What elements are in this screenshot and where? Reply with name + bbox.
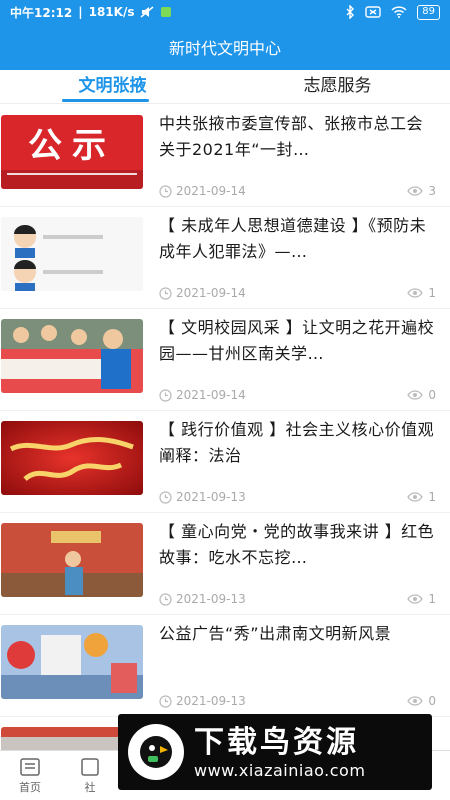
eye-icon [407,492,424,502]
article-views: 1 [428,286,436,300]
eye-icon [407,594,424,604]
nav-label: 社 [84,780,96,794]
cartoon-student-image [1,217,143,291]
article-item[interactable]: 公示 中共张掖市委宣传部、张掖市总工会关于2021年“一封… 2021-09-1… [0,105,450,207]
article-meta: 2021-09-14 3 [159,184,436,198]
page-title: 新时代文明中心 [168,39,281,58]
article-info: 公益广告“秀”出肃南文明新风景 2021-09-13 0 [143,615,450,716]
article-date: 2021-09-13 [176,490,246,504]
article-title: 【 未成年人思想道德建设 】《预防未成年人犯罪法》—… [159,216,427,261]
article-item[interactable]: 【 践行价值观 】社会主义核心价值观阐释：法治 2021-09-13 1 [0,411,450,513]
article-date: 2021-09-13 [176,592,246,606]
public-ad-image [1,625,143,699]
article-item[interactable]: 公益广告“秀”出肃南文明新风景 2021-09-13 0 [0,615,450,717]
eye-icon [407,390,424,400]
article-title: 中共张掖市委宣传部、张掖市总工会关于2021年“一封… [159,114,424,159]
nav-home[interactable]: 首页 [0,751,60,800]
article-title: 【 童心向党・党的故事我来讲 】红色故事：吃水不忘挖… [159,522,435,567]
status-bar: 中午12:12 | 181K/s 89 [0,0,450,24]
article-info: 【 未成年人思想道德建设 】《预防未成年人犯罪法》—… 2021-09-14 1 [143,207,450,308]
eye-icon [407,186,424,196]
article-date: 2021-09-14 [176,286,246,300]
article-title: 公益广告“秀”出肃南文明新风景 [159,624,392,643]
article-date: 2021-09-14 [176,184,246,198]
home-icon [20,757,40,776]
clock-icon [159,286,172,300]
article-views: 0 [428,694,436,708]
status-speed: 181K/s [88,5,135,19]
nav-label: 首页 [19,780,41,794]
child-storyteller-image [1,523,143,597]
clock-icon [159,592,172,606]
article-date: 2021-09-14 [176,388,246,402]
clock-icon [159,490,172,504]
clock-icon [159,388,172,402]
tab-bar: 文明张掖 志愿服务 [0,70,450,104]
article-title: 【 践行价值观 】社会主义核心价值观阐释：法治 [159,420,435,465]
article-info: 【 践行价值观 】社会主义核心价值观阐释：法治 2021-09-13 1 [143,411,450,512]
community-icon [81,757,99,776]
bird-logo-icon [128,724,184,780]
svg-text:公示: 公示 [28,126,116,166]
notification-icon [161,7,172,17]
article-views: 1 [428,490,436,504]
bluetooth-icon [346,5,355,19]
article-views: 3 [428,184,436,198]
article-item[interactable]: 【 童心向党・党的故事我来讲 】红色故事：吃水不忘挖… 2021-09-13 1 [0,513,450,615]
article-views: 0 [428,388,436,402]
clock-icon [159,184,172,198]
article-title: 【 文明校园风采 】让文明之花开遍校园——甘州区南关学… [159,318,435,363]
article-views: 1 [428,592,436,606]
mute-icon [140,6,154,18]
article-item[interactable]: 【 文明校园风采 】让文明之花开遍校园——甘州区南关学… 2021-09-14 … [0,309,450,411]
sim-icon [365,6,381,18]
article-info: 中共张掖市委宣传部、张掖市总工会关于2021年“一封… 2021-09-14 3 [143,105,450,206]
eye-icon [407,696,424,706]
article-meta: 2021-09-13 1 [159,592,436,606]
article-info: 【 童心向党・党的故事我来讲 】红色故事：吃水不忘挖… 2021-09-13 1 [143,513,450,614]
watermark-title: 下载鸟资源 [194,724,359,760]
gongshi-banner-image: 公示 [1,115,143,189]
tab-label: 志愿服务 [303,76,372,96]
article-info: 【 文明校园风采 】让文明之花开遍校园——甘州区南关学… 2021-09-14 … [143,309,450,410]
nav-community[interactable]: 社 [60,751,120,800]
wifi-icon [391,6,407,18]
tab-wenming-zhangye[interactable]: 文明张掖 [0,70,225,103]
eye-icon [407,288,424,298]
watermark-url: www.xiazainiao.com [194,760,366,780]
status-sep: | [78,5,83,19]
tab-label: 文明张掖 [78,76,147,96]
article-meta: 2021-09-13 0 [159,694,436,708]
clock-icon [159,694,172,708]
app-header: 新时代文明中心 [0,24,450,70]
battery-indicator: 89 [417,4,440,20]
article-list: 公示 中共张掖市委宣传部、张掖市总工会关于2021年“一封… 2021-09-1… [0,105,450,750]
article-meta: 2021-09-14 0 [159,388,436,402]
article-date: 2021-09-13 [176,694,246,708]
article-item[interactable]: 【 未成年人思想道德建设 】《预防未成年人犯罪法》—… 2021-09-14 1 [0,207,450,309]
article-meta: 2021-09-14 1 [159,286,436,300]
article-meta: 2021-09-13 1 [159,490,436,504]
tab-volunteer-service[interactable]: 志愿服务 [225,70,450,103]
watermark-banner: 下载鸟资源 www.xiazainiao.com [118,714,432,790]
students-writing-image [1,319,143,393]
calligraphy-red-image [1,421,143,495]
status-time: 中午12:12 [10,5,73,20]
